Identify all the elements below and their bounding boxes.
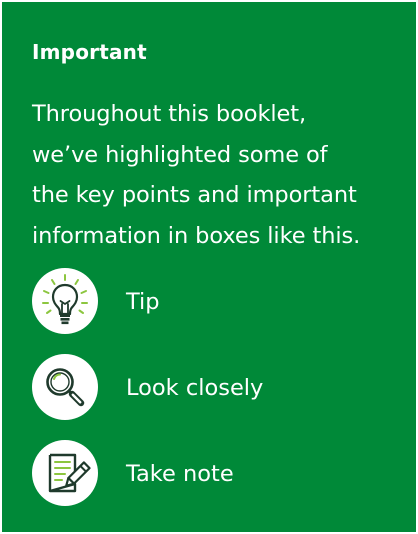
intro-line: information in boxes like this.: [32, 222, 361, 249]
magnifier-icon: [32, 354, 98, 420]
legend-item-take-note: Take note: [32, 440, 402, 506]
legend-label: Look closely: [126, 375, 264, 401]
legend-label: Take note: [126, 461, 234, 487]
intro-line: we’ve highlighted some of: [32, 141, 328, 168]
intro-line: Throughout this booklet,: [32, 101, 307, 127]
important-info-box: Important Throughout this booklet, we’ve…: [2, 2, 416, 532]
legend-item-tip: Tip: [32, 268, 402, 334]
note-pencil-icon: [32, 440, 98, 506]
legend-label: Tip: [126, 289, 160, 315]
box-title: Important: [32, 40, 147, 64]
intro-line: the key points and important: [32, 182, 357, 208]
lightbulb-icon: [32, 268, 98, 334]
legend-item-look-closely: Look closely: [32, 354, 402, 420]
box-intro-text: Throughout this booklet, we’ve highlight…: [32, 94, 410, 256]
